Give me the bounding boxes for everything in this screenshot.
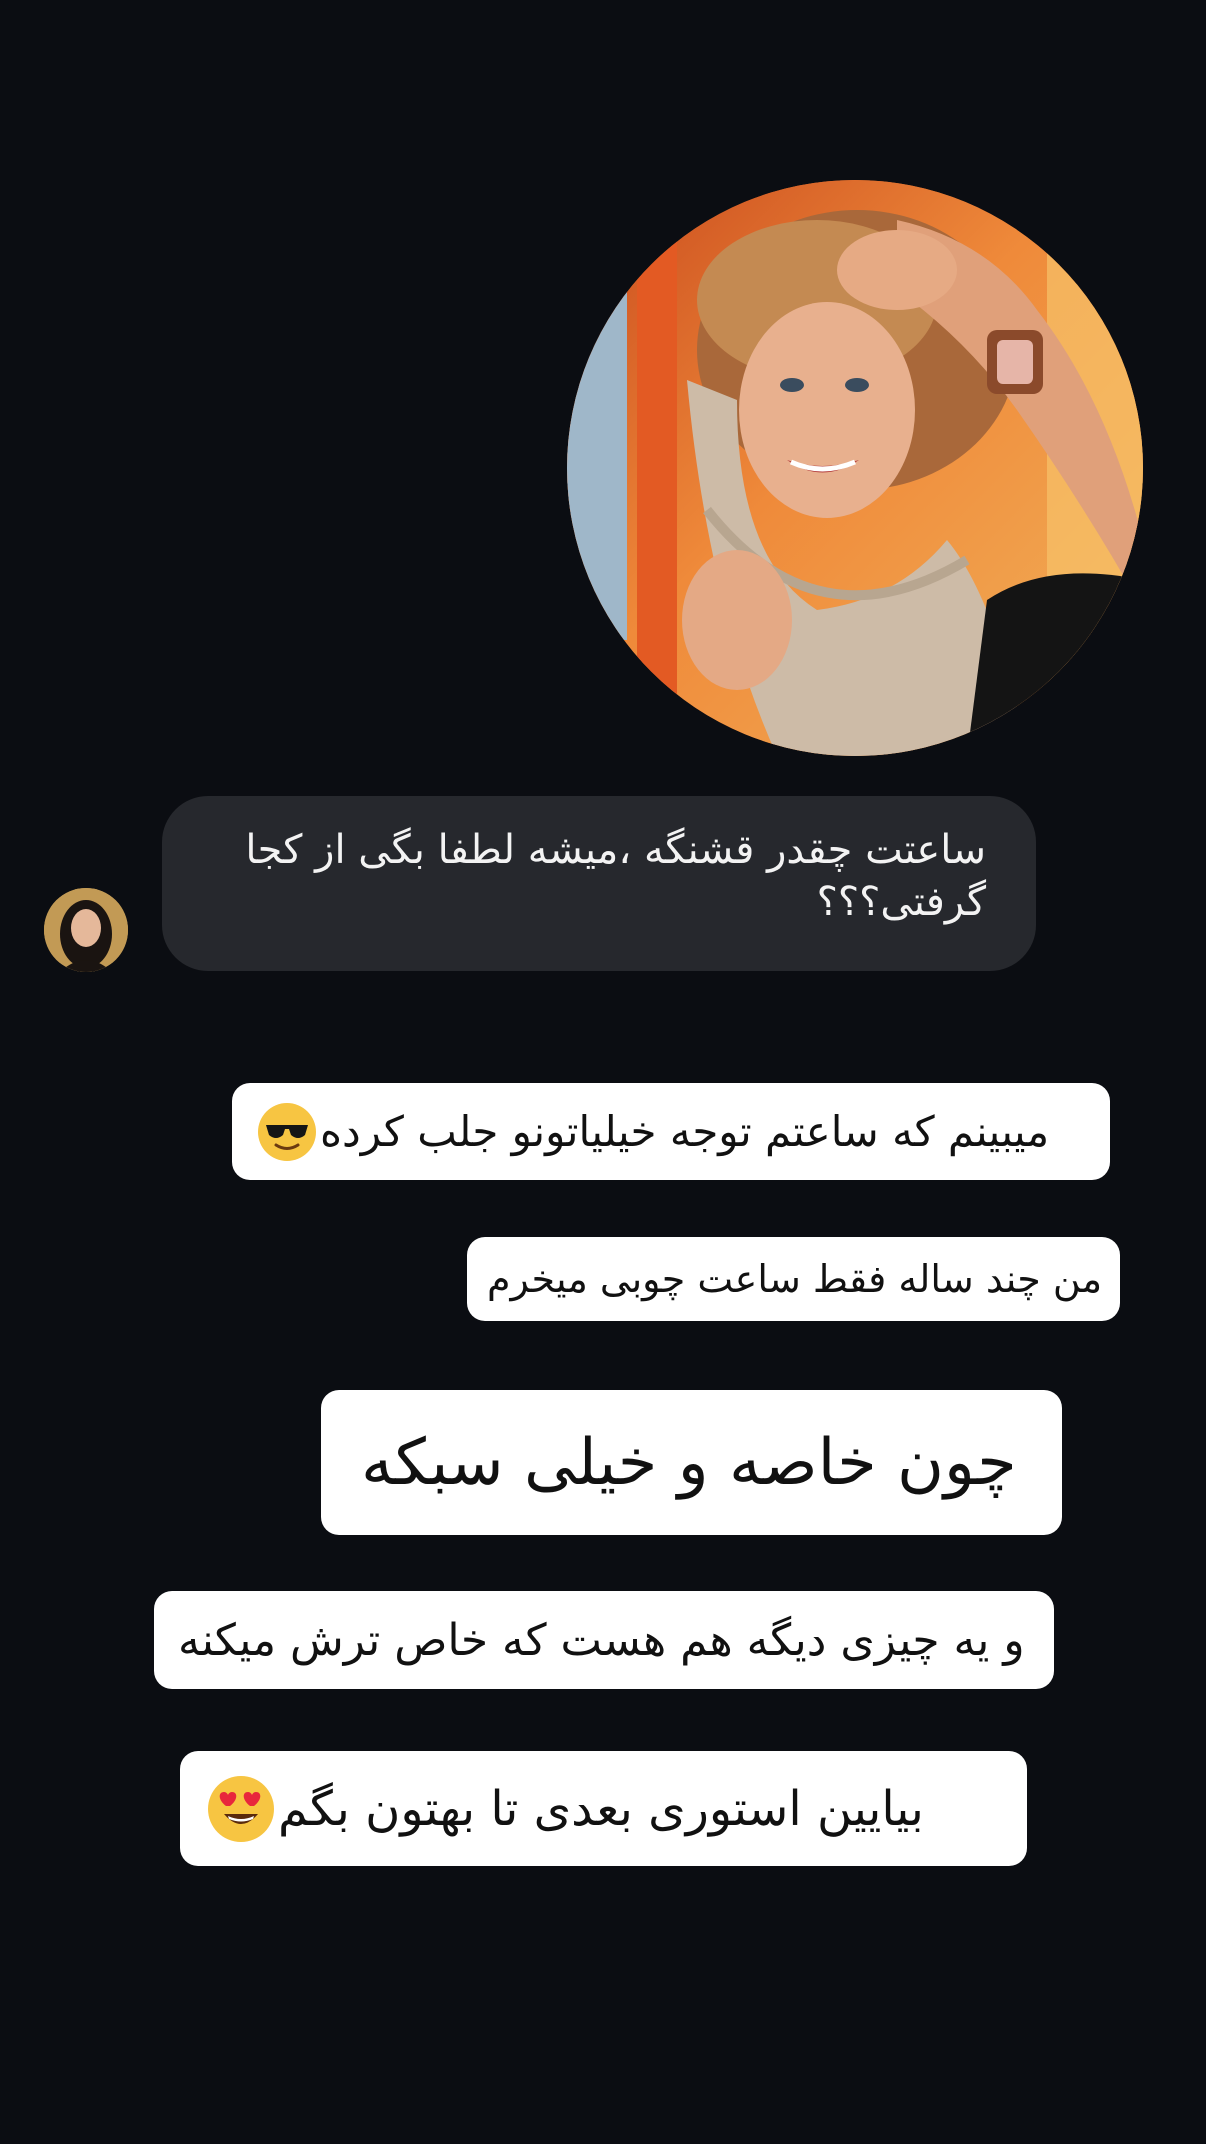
story-canvas: ساعتت چقدر قشنگه ،میشه لطفا بگی از کجا گ… xyxy=(0,0,1206,2144)
caption-1: میبینم که ساعتم توجه خیلیاتونو جلب کرده xyxy=(232,1083,1110,1180)
caption-1-text: میبینم که ساعتم توجه خیلیاتونو جلب کرده xyxy=(320,1107,1050,1156)
smiling-face-with-heart-eyes-icon xyxy=(208,1775,274,1842)
caption-4-text: و یه چیزی دیگه هم هست که خاص ترش میکنه xyxy=(178,1614,1025,1666)
caption-2-text: من چند ساله فقط ساعت چوبی میخرم xyxy=(487,1257,1103,1301)
caption-5-text: بیایین استوری بعدی تا بهتون بگم xyxy=(278,1780,924,1837)
profile-photo xyxy=(567,180,1143,756)
caption-4: و یه چیزی دیگه هم هست که خاص ترش میکنه xyxy=(154,1591,1054,1689)
sender-avatar[interactable] xyxy=(44,888,128,972)
dm-message-bubble: ساعتت چقدر قشنگه ،میشه لطفا بگی از کجا گ… xyxy=(162,796,1036,971)
caption-3-text: چون خاصه و خیلی سبکه xyxy=(361,1425,1017,1500)
dm-message-text: ساعتت چقدر قشنگه ،میشه لطفا بگی از کجا گ… xyxy=(245,827,986,925)
caption-2: من چند ساله فقط ساعت چوبی میخرم xyxy=(467,1237,1120,1321)
smiling-face-with-sunglasses-icon xyxy=(258,1102,316,1161)
caption-3: چون خاصه و خیلی سبکه xyxy=(321,1390,1062,1535)
caption-5: بیایین استوری بعدی تا بهتون بگم xyxy=(180,1751,1027,1866)
